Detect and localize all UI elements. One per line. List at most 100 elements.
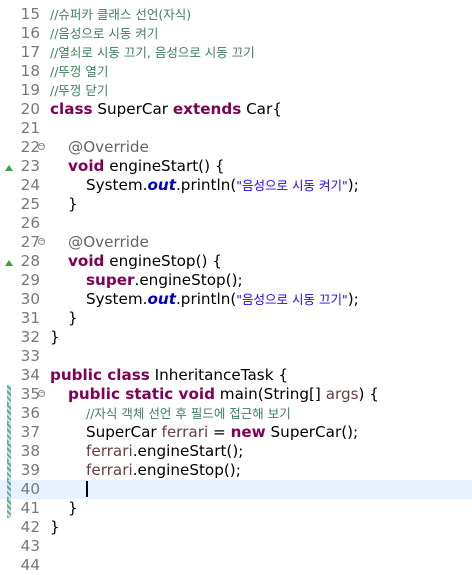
- fold-collapse-icon[interactable]: [38, 143, 45, 150]
- code-text: System.out.println("음성으로 시동 켜기");: [86, 176, 359, 195]
- change-marker[interactable]: [7, 404, 11, 423]
- annotation: @Override: [68, 233, 149, 251]
- code-line[interactable]: 30 System.out.println("음성으로 시동 끄기");: [0, 290, 472, 309]
- code-line[interactable]: 28 void engineStop() {: [0, 252, 472, 271]
- code-line[interactable]: 17 //열쇠로 시동 끄기, 음성으로 시동 끄기: [0, 43, 472, 62]
- change-marker[interactable]: [7, 442, 11, 461]
- override-marker-icon[interactable]: [5, 260, 13, 266]
- text-caret: [86, 481, 88, 497]
- line-number: 40: [20, 480, 40, 498]
- change-marker[interactable]: [7, 461, 11, 480]
- variable: ferrari: [86, 461, 133, 479]
- code-text: }: [50, 328, 60, 346]
- keyword: class: [50, 100, 93, 118]
- change-marker[interactable]: [7, 499, 11, 518]
- code-text: }: [50, 518, 60, 536]
- code-line[interactable]: 37 SuperCar ferrari = new SuperCar();: [0, 423, 472, 442]
- line-number: 30: [20, 290, 40, 308]
- code-line[interactable]: 23 void engineStart() {: [0, 157, 472, 176]
- code-token: .engineStop();: [132, 461, 241, 479]
- code-line[interactable]: 43: [0, 537, 472, 556]
- code-line[interactable]: 19 //뚜껑 닫기: [0, 81, 472, 100]
- code-line[interactable]: 42 }: [0, 518, 472, 537]
- code-text: ferrari.engineStart();: [86, 442, 243, 461]
- line-number: 37: [20, 423, 40, 441]
- code-token: System.: [86, 176, 148, 194]
- code-line[interactable]: 44: [0, 556, 472, 575]
- fold-collapse-icon[interactable]: [38, 238, 45, 245]
- change-marker[interactable]: [7, 480, 11, 499]
- code-line[interactable]: 25 }: [0, 195, 472, 214]
- static-field: out: [147, 176, 176, 194]
- code-token: .println(: [175, 176, 237, 194]
- line-number: 19: [20, 81, 40, 99]
- code-text: public static void main(String[] args) {: [68, 385, 379, 404]
- keyword: void: [68, 157, 105, 175]
- code-text: void engineStop() {: [68, 252, 222, 271]
- comment: //뚜껑 닫기: [50, 83, 109, 98]
- code-line[interactable]: 21: [0, 119, 472, 138]
- code-line[interactable]: 36 //자식 객체 선언 후 필드에 접근해 보기: [0, 404, 472, 423]
- code-text: //자식 객체 선언 후 필드에 접근해 보기: [86, 404, 291, 423]
- code-line[interactable]: 15 //슈퍼카 클래스 선언(자식): [0, 5, 472, 24]
- code-token: =: [208, 423, 231, 441]
- code-text: [86, 480, 88, 499]
- variable: ferrari: [161, 423, 209, 441]
- code-text: super.engineStop();: [86, 271, 243, 290]
- code-token: .println(: [175, 290, 237, 308]
- override-marker-icon[interactable]: [5, 165, 13, 171]
- code-token: SuperCar();: [265, 423, 359, 441]
- line-number: 44: [20, 556, 40, 574]
- code-line[interactable]: 16 //음성으로 시동 켜기: [0, 24, 472, 43]
- code-line[interactable]: 29 super.engineStop();: [0, 271, 472, 290]
- code-line[interactable]: 33: [0, 347, 472, 366]
- fold-collapse-icon[interactable]: [38, 390, 45, 397]
- code-token: .engineStop();: [134, 271, 243, 289]
- code-line[interactable]: 41 }: [0, 499, 472, 518]
- code-line[interactable]: 31 }: [0, 309, 472, 328]
- line-number: 31: [20, 309, 40, 327]
- code-text: //뚜껑 열기: [50, 62, 108, 81]
- line-number: 33: [20, 347, 40, 365]
- line-number: 32: [20, 328, 40, 346]
- line-number: 27: [20, 233, 40, 251]
- comment: //자식 객체 선언 후 필드에 접근해 보기: [86, 406, 291, 421]
- line-number: 42: [20, 518, 40, 536]
- code-text: //열쇠로 시동 끄기, 음성으로 시동 끄기: [50, 43, 255, 62]
- static-field: out: [147, 290, 176, 308]
- code-token: ) {: [358, 385, 379, 403]
- line-number: 16: [20, 24, 40, 42]
- code-token: SuperCar: [92, 100, 173, 118]
- code-text: System.out.println("음성으로 시동 끄기");: [86, 290, 359, 309]
- change-marker[interactable]: [7, 385, 11, 404]
- line-number: 18: [20, 62, 40, 80]
- change-marker[interactable]: [7, 423, 11, 442]
- code-line[interactable]: 34 public class InheritanceTask {: [0, 366, 472, 385]
- code-line[interactable]: 39 ferrari.engineStop();: [0, 461, 472, 480]
- code-token: InheritanceTask {: [149, 366, 289, 384]
- string-literal: "음성으로 시동 끄기": [236, 292, 348, 307]
- comment: //슈퍼카 클래스 선언(자식): [50, 7, 192, 22]
- line-number: 39: [20, 461, 40, 479]
- code-line[interactable]: 38 ferrari.engineStart();: [0, 442, 472, 461]
- code-line[interactable]: 26: [0, 214, 472, 233]
- code-line[interactable]: 22 @Override: [0, 138, 472, 157]
- code-text: //음성으로 시동 켜기: [50, 24, 158, 43]
- code-text: ferrari.engineStop();: [86, 461, 241, 480]
- comment: //음성으로 시동 켜기: [50, 26, 159, 41]
- code-line[interactable]: 24 System.out.println("음성으로 시동 켜기");: [0, 176, 472, 195]
- code-text: @Override: [68, 138, 149, 157]
- line-number: 35: [20, 385, 40, 403]
- code-line[interactable]: 32 }: [0, 328, 472, 347]
- code-editor[interactable]: 15 //슈퍼카 클래스 선언(자식) 16 //음성으로 시동 켜기 17 /…: [0, 0, 472, 574]
- code-text: SuperCar ferrari = new SuperCar();: [86, 423, 358, 442]
- current-code-line[interactable]: 40: [0, 480, 472, 499]
- code-token: engineStop() {: [104, 252, 222, 270]
- code-line[interactable]: 27 @Override: [0, 233, 472, 252]
- line-number: 28: [20, 252, 40, 270]
- comment: //열쇠로 시동 끄기, 음성으로 시동 끄기: [50, 45, 255, 60]
- code-line[interactable]: 20 class SuperCar extends Car{: [0, 100, 472, 119]
- code-token: SuperCar: [86, 423, 162, 441]
- code-line[interactable]: 35 public static void main(String[] args…: [0, 385, 472, 404]
- code-line[interactable]: 18 //뚜껑 열기: [0, 62, 472, 81]
